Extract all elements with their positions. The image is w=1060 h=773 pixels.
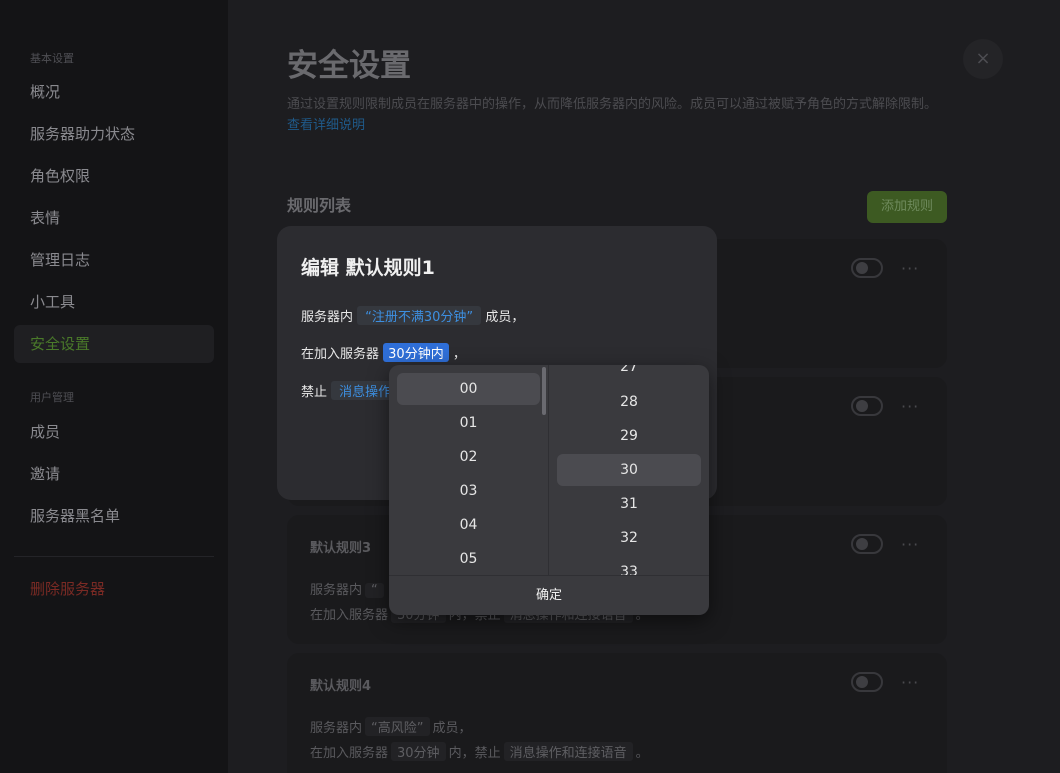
- sidebar-item-invites[interactable]: 邀请: [14, 455, 214, 493]
- rule-1-more-icon[interactable]: ···: [901, 259, 919, 278]
- minute-option[interactable]: 30: [557, 454, 701, 486]
- rule-3-line-2-prefix: 在加入服务器: [310, 608, 389, 623]
- rule-4-member-tag: “高风险”: [365, 717, 430, 736]
- hour-column[interactable]: 00 01 02 03 04 05: [389, 365, 548, 575]
- hour-option[interactable]: 00: [397, 373, 540, 405]
- rule-4-line-2: 在加入服务器 30分钟 内，禁止 消息操作和连接语音。: [310, 742, 649, 761]
- time-picker: 00 01 02 03 04 05 27 28 29 30 31 32 33 确…: [389, 365, 709, 615]
- sidebar-item-tools[interactable]: 小工具: [14, 283, 214, 321]
- dialog-line-1: 服务器内 “注册不满30分钟” 成员，: [301, 306, 524, 325]
- rule-3-toggle[interactable]: [851, 534, 883, 554]
- sidebar-item-blacklist[interactable]: 服务器黑名单: [14, 497, 214, 535]
- picker-confirm-button[interactable]: 确定: [389, 575, 709, 615]
- page-title: 安全设置: [287, 48, 411, 84]
- rule-4-toggle[interactable]: [851, 672, 883, 692]
- minute-option[interactable]: 31: [557, 488, 701, 520]
- dialog-line-1-prefix: 服务器内: [301, 310, 354, 325]
- minute-option[interactable]: 27: [557, 365, 701, 383]
- add-rule-button[interactable]: 添加规则: [867, 191, 947, 223]
- minute-option[interactable]: 33: [557, 556, 701, 575]
- sidebar-section-users: 用户管理: [30, 391, 74, 404]
- member-condition-select[interactable]: “注册不满30分钟”: [357, 306, 482, 325]
- dialog-line-2-suffix: ，: [452, 347, 466, 362]
- rule-4-action-tag: 消息操作和连接语音: [503, 742, 633, 761]
- description-text: 通过设置规则限制成员在服务器中的操作，从而降低服务器内的风险。成员可以通过被赋予…: [287, 97, 938, 112]
- minute-option[interactable]: 32: [557, 522, 701, 554]
- rule-3-line-1: 服务器内 “: [310, 579, 387, 598]
- rule-3-title: 默认规则3: [310, 541, 372, 556]
- sidebar-item-boost-status[interactable]: 服务器助力状态: [14, 115, 214, 153]
- sidebar-item-security[interactable]: 安全设置: [14, 325, 214, 363]
- minute-column[interactable]: 27 28 29 30 31 32 33: [549, 365, 709, 575]
- close-icon[interactable]: ×: [963, 39, 1003, 79]
- sidebar-divider: [14, 556, 214, 557]
- detail-link[interactable]: 查看详细说明: [287, 118, 365, 133]
- page-description: 通过设置规则限制成员在服务器中的操作，从而降低服务器内的风险。成员可以通过被赋予…: [287, 94, 947, 136]
- hour-option[interactable]: 04: [397, 509, 540, 541]
- minute-option[interactable]: 29: [557, 420, 701, 452]
- hour-option[interactable]: 03: [397, 475, 540, 507]
- dialog-line-2: 在加入服务器 30分钟内 ，: [301, 343, 466, 362]
- duration-select[interactable]: 30分钟内: [383, 343, 449, 362]
- rule-card-4: 默认规则4 ··· 服务器内 “高风险” 成员， 在加入服务器 30分钟 内，禁止 消息操…: [287, 653, 947, 773]
- rule-4-line-1-prefix: 服务器内: [310, 721, 363, 736]
- rule-2-toggle[interactable]: [851, 396, 883, 416]
- sidebar-item-overview[interactable]: 概况: [14, 73, 214, 111]
- dialog-line-2-prefix: 在加入服务器: [301, 347, 380, 362]
- sidebar-item-roles[interactable]: 角色权限: [14, 157, 214, 195]
- rule-4-line-1: 服务器内 “高风险” 成员，: [310, 717, 472, 736]
- rule-3-more-icon[interactable]: ···: [901, 535, 919, 554]
- dialog-title: 编辑 默认规则1: [301, 257, 435, 279]
- hour-option[interactable]: 05: [397, 543, 540, 575]
- rule-3-member-tag: “: [365, 583, 384, 598]
- dialog-line-1-suffix: 成员，: [485, 310, 525, 325]
- sidebar-item-members[interactable]: 成员: [14, 413, 214, 451]
- rules-section-title: 规则列表: [287, 196, 352, 215]
- dialog-line-3: 禁止 消息操作: [301, 381, 400, 400]
- rule-4-title: 默认规则4: [310, 679, 372, 694]
- sidebar: 基本设置 概况 服务器助力状态 角色权限 表情 管理日志 小工具 安全设置 用户…: [0, 0, 228, 773]
- rule-4-duration-tag: 30分钟: [391, 742, 446, 761]
- minute-option[interactable]: 28: [557, 386, 701, 418]
- sidebar-item-emoji[interactable]: 表情: [14, 199, 214, 237]
- rule-4-line-1-suffix: 成员，: [432, 721, 472, 736]
- rule-2-more-icon[interactable]: ···: [901, 397, 919, 416]
- hour-option[interactable]: 01: [397, 407, 540, 439]
- sidebar-item-delete-server[interactable]: 删除服务器: [14, 570, 214, 608]
- rule-4-line-2-prefix: 在加入服务器: [310, 746, 389, 761]
- sidebar-section-basic: 基本设置: [30, 52, 74, 65]
- sidebar-item-audit-log[interactable]: 管理日志: [14, 241, 214, 279]
- rule-4-line-2-mid: 内，禁止: [448, 746, 501, 761]
- rule-4-more-icon[interactable]: ···: [901, 673, 919, 692]
- dialog-line-3-prefix: 禁止: [301, 385, 328, 400]
- hour-option[interactable]: 02: [397, 441, 540, 473]
- rule-1-toggle[interactable]: [851, 258, 883, 278]
- hour-scrollbar[interactable]: [542, 367, 546, 415]
- rule-4-line-2-suffix: 。: [635, 746, 649, 761]
- rule-3-line-1-prefix: 服务器内: [310, 583, 363, 598]
